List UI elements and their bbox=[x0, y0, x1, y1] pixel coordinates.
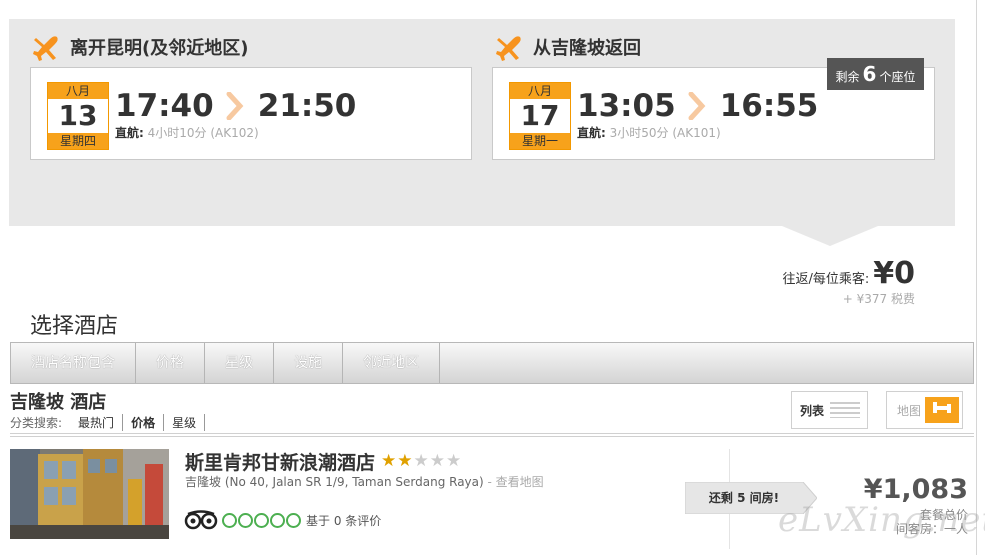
list-view-icon bbox=[830, 402, 861, 418]
sort-label: 分类搜索: bbox=[10, 416, 63, 430]
watermark: eLvXing.net bbox=[778, 500, 985, 540]
depart-time: 17:40 bbox=[115, 88, 214, 124]
sort-options: 分类搜索: 最热门 价格 星级 bbox=[10, 414, 206, 431]
review-count-text: 基于 0 条评价 bbox=[306, 513, 382, 528]
arrive-time: 16:55 bbox=[719, 88, 819, 124]
sort-stars[interactable]: 星级 bbox=[164, 414, 206, 431]
flight-duration: 3小时50分 (AK101) bbox=[609, 126, 721, 140]
rating-circle bbox=[286, 512, 301, 528]
hotel-address: 吉隆坡 (No 40, Jalan SR 1/9, Taman Serdang … bbox=[185, 473, 544, 490]
star-icon: ★ bbox=[397, 451, 413, 471]
star-icon: ★ bbox=[429, 451, 446, 471]
rating-circle bbox=[270, 512, 285, 528]
hotel-name-text[interactable]: 斯里肯邦甘新浪潮酒店 bbox=[185, 448, 375, 475]
date-day: 13 bbox=[58, 99, 98, 132]
date-weekday: 星期四 bbox=[48, 133, 108, 149]
fare-label: 往返/每位乘客: bbox=[782, 272, 870, 287]
star-rating: ★ ★ ★ ★ ★ bbox=[381, 453, 462, 470]
map-pin-icon bbox=[925, 397, 960, 423]
seats-remaining-badge: 剩余 6 个座位 bbox=[827, 58, 924, 90]
return-times: 13:05 16:55 bbox=[577, 88, 818, 124]
tripadvisor-owl-icon bbox=[184, 510, 218, 530]
map-view-label: 地图 bbox=[897, 403, 922, 418]
review-rating-circles bbox=[222, 512, 302, 528]
rating-circle bbox=[238, 512, 253, 528]
date-month: 八月 bbox=[510, 83, 570, 99]
filter-tab-price[interactable]: 价格 bbox=[136, 343, 205, 383]
list-view-button[interactable]: 列表 bbox=[791, 391, 868, 429]
outbound-heading-text: 离开昆明(及邻近地区) bbox=[70, 38, 249, 59]
outbound-date-badge: 八月 13 星期四 bbox=[47, 82, 109, 150]
seats-prefix: 剩余 bbox=[835, 70, 860, 84]
rating-circle bbox=[222, 512, 237, 528]
outbound-flight-card[interactable]: 八月 13 星期四 17:40 21:50 直航: 4小时10分 (AK102) bbox=[30, 67, 472, 160]
view-map-link[interactable]: 查看地图 bbox=[496, 475, 544, 489]
address-text: 吉隆坡 (No 40, Jalan SR 1/9, Taman Serdang … bbox=[185, 475, 484, 489]
seats-suffix: 个座位 bbox=[879, 70, 916, 84]
return-date-badge: 八月 17 星期一 bbox=[509, 82, 571, 150]
arrive-time: 21:50 bbox=[257, 88, 357, 124]
date-day: 17 bbox=[520, 99, 560, 132]
depart-time: 13:05 bbox=[577, 88, 676, 124]
date-month: 八月 bbox=[48, 83, 108, 99]
hotel-photo[interactable] bbox=[10, 449, 169, 539]
hotel-reviews[interactable]: 基于 0 条评价 bbox=[184, 510, 381, 530]
plane-icon bbox=[496, 36, 521, 61]
star-icon: ★ bbox=[446, 451, 462, 471]
fare-price: 往返/每位乘客: ¥0 bbox=[782, 256, 915, 291]
rating-circle bbox=[254, 512, 269, 528]
direct-label: 直航: bbox=[577, 126, 606, 140]
hotel-filter-bar: 酒店名称包含 价格 星级 设施 邻近地区 bbox=[10, 342, 974, 384]
hotel-name[interactable]: 斯里肯邦甘新浪潮酒店 ★ ★ ★ ★ ★ bbox=[185, 448, 462, 475]
section-divider bbox=[10, 433, 974, 437]
sort-price[interactable]: 价格 bbox=[123, 414, 165, 431]
filter-tab-nearby[interactable]: 邻近地区 bbox=[343, 343, 440, 383]
sort-popular[interactable]: 最热门 bbox=[70, 414, 124, 431]
star-icon: ★ bbox=[413, 451, 429, 471]
return-heading-text: 从吉隆坡返回 bbox=[533, 38, 641, 59]
outbound-flight-info: 直航: 4小时10分 (AK102) bbox=[115, 124, 259, 141]
panel-pointer bbox=[782, 226, 878, 246]
section-title: 选择酒店 bbox=[30, 314, 119, 339]
return-flight-info: 直航: 3小时50分 (AK101) bbox=[577, 124, 721, 141]
filter-tab-stars[interactable]: 星级 bbox=[205, 343, 274, 383]
tax-note: + ¥377 税费 bbox=[842, 292, 915, 306]
return-heading: 从吉隆坡返回 bbox=[495, 32, 641, 62]
filter-tab-facilities[interactable]: 设施 bbox=[274, 343, 343, 383]
star-icon: ★ bbox=[381, 451, 397, 471]
filter-tab-name[interactable]: 酒店名称包含 bbox=[11, 343, 136, 383]
list-view-label: 列表 bbox=[800, 403, 825, 418]
seats-count: 6 bbox=[862, 62, 877, 86]
fare-value: ¥0 bbox=[873, 256, 915, 291]
scrollbar-track bbox=[976, 0, 977, 555]
outbound-heading: 离开昆明(及邻近地区) bbox=[32, 32, 248, 62]
flight-duration: 4小时10分 (AK102) bbox=[147, 126, 259, 140]
address-separator: - bbox=[483, 475, 496, 489]
map-view-button[interactable]: 地图 bbox=[886, 391, 963, 429]
outbound-times: 17:40 21:50 bbox=[115, 88, 356, 124]
city-hotels-title: 吉隆坡 酒店 bbox=[10, 392, 107, 413]
direct-label: 直航: bbox=[115, 126, 144, 140]
chevron-right-icon bbox=[226, 92, 244, 120]
plane-icon bbox=[33, 36, 58, 61]
date-weekday: 星期一 bbox=[510, 133, 570, 149]
chevron-right-icon bbox=[688, 92, 706, 120]
